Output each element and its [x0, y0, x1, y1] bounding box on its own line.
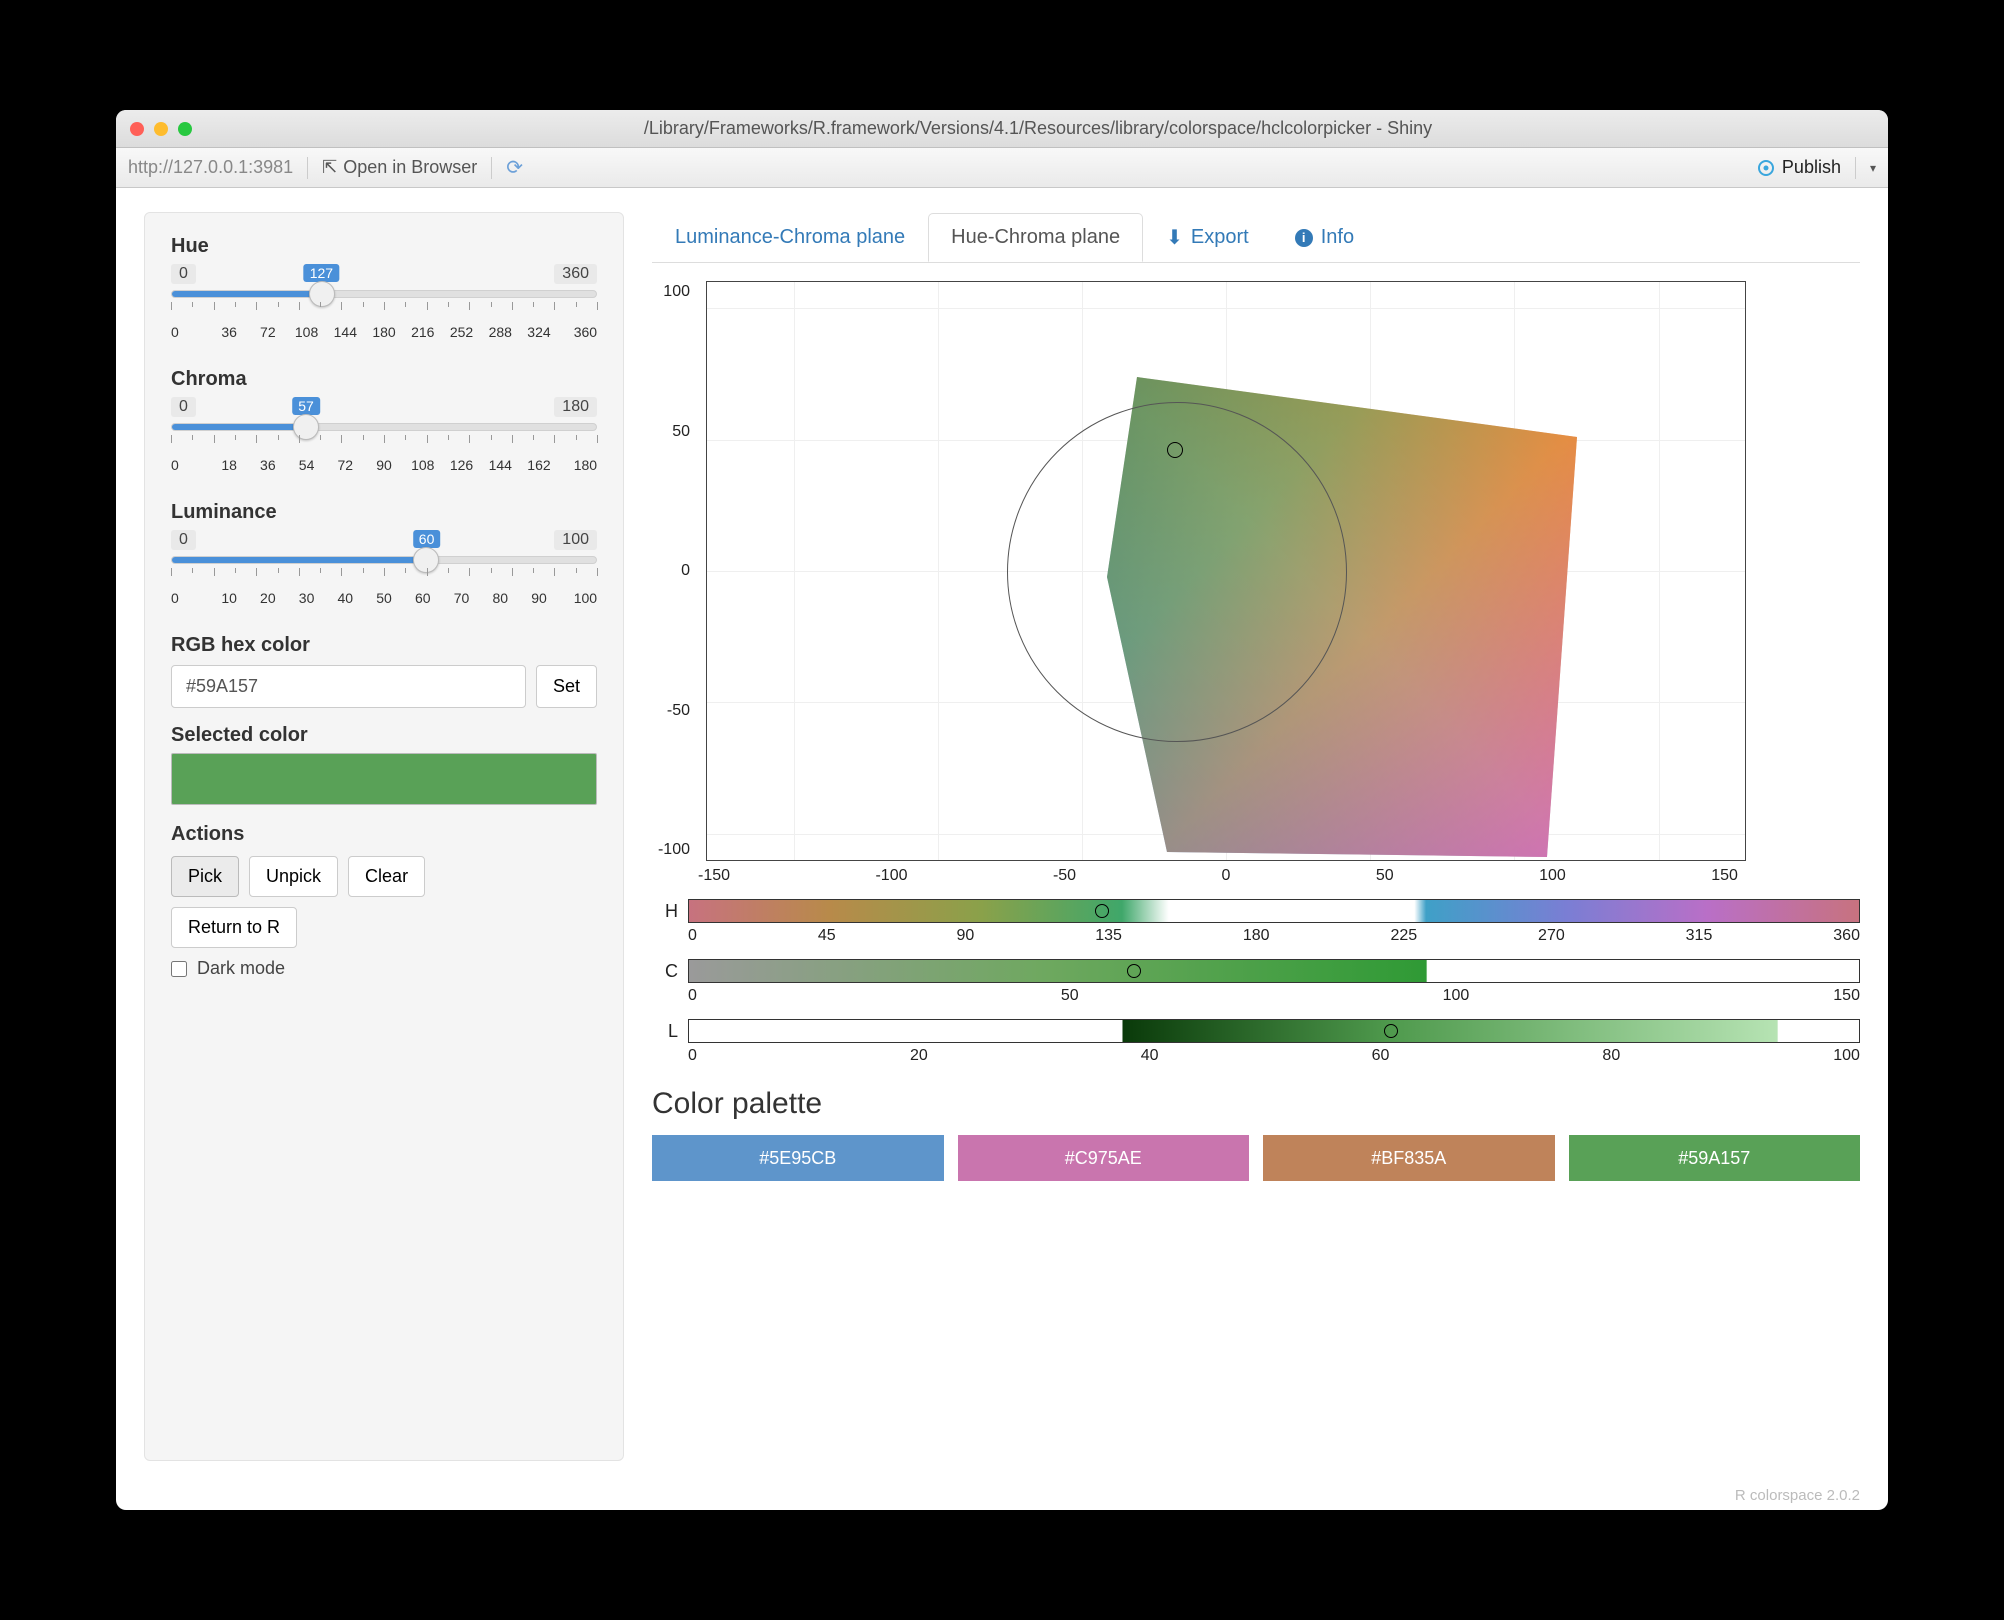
luminance-min: 0 — [171, 530, 196, 550]
c-bar-label: C — [652, 961, 678, 982]
tab-luminance-chroma[interactable]: Luminance-Chroma plane — [652, 213, 928, 261]
palette-title: Color palette — [652, 1087, 1860, 1121]
app-window: /Library/Frameworks/R.framework/Versions… — [116, 110, 1888, 1510]
hue-tickmarks — [171, 302, 597, 310]
tabs: Luminance-Chroma plane Hue-Chroma plane … — [652, 212, 1860, 263]
palette-swatch[interactable]: #C975AE — [958, 1135, 1250, 1181]
chroma-label: Chroma — [171, 368, 597, 391]
external-icon: ⇱ — [322, 157, 337, 178]
h-bar-row: H — [652, 899, 1860, 923]
chroma-ticks: 01836547290108126144162180 — [171, 457, 597, 473]
download-icon: ⬇ — [1166, 225, 1183, 250]
toolbar-separator — [491, 157, 492, 179]
chevron-down-icon[interactable]: ▾ — [1870, 161, 1876, 175]
palette-row: #5E95CB #C975AE #BF835A #59A157 — [652, 1135, 1860, 1181]
main-panel: Luminance-Chroma plane Hue-Chroma plane … — [652, 212, 1860, 1461]
chroma-tickmarks — [171, 435, 597, 443]
h-bar-label: H — [652, 901, 678, 922]
selected-color-swatch — [171, 753, 597, 805]
sidebar: Hue 0 360 127 03672108144180216252288324… — [144, 212, 624, 1461]
hue-max: 360 — [554, 264, 597, 284]
footer-version: R colorspace 2.0.2 — [116, 1481, 1888, 1510]
publish-button[interactable]: Publish — [1756, 157, 1841, 178]
h-bar[interactable] — [688, 899, 1860, 923]
chroma-slider[interactable]: 57 01836547290108126144162180 — [171, 423, 597, 473]
palette-swatch[interactable]: #5E95CB — [652, 1135, 944, 1181]
publish-icon — [1756, 158, 1776, 178]
l-bar[interactable] — [688, 1019, 1860, 1043]
hue-range: 0 360 — [171, 264, 597, 284]
actions-label: Actions — [171, 823, 597, 846]
open-in-browser-button[interactable]: ⇱ Open in Browser — [322, 157, 477, 178]
hue-ticks: 03672108144180216252288324360 — [171, 324, 597, 340]
tab-info[interactable]: i Info — [1272, 213, 1377, 261]
toolbar-separator — [307, 157, 308, 179]
l-bar-ticks: 020406080100 — [688, 1043, 1860, 1065]
url-text: http://127.0.0.1:3981 — [128, 157, 293, 178]
chroma-min: 0 — [171, 397, 196, 417]
publish-label: Publish — [1782, 157, 1841, 178]
c-bar-ticks: 050100150 — [688, 983, 1860, 1005]
selected-color-label: Selected color — [171, 724, 597, 747]
clear-button[interactable]: Clear — [348, 856, 425, 897]
toolbar-separator — [1855, 157, 1856, 179]
hue-label: Hue — [171, 235, 597, 258]
info-icon: i — [1295, 229, 1313, 247]
selected-point-marker — [1167, 442, 1183, 458]
luminance-label: Luminance — [171, 501, 597, 524]
return-button[interactable]: Return to R — [171, 907, 297, 948]
zoom-icon[interactable] — [178, 122, 192, 136]
dark-mode-toggle[interactable]: Dark mode — [171, 958, 597, 979]
actions-row: Pick Unpick Clear — [171, 856, 597, 897]
hex-input[interactable] — [171, 665, 526, 708]
luminance-ticks: 0102030405060708090100 — [171, 590, 597, 606]
luminance-value-bubble: 60 — [413, 530, 441, 548]
plot-xaxis: -150-100-50050100150 — [698, 861, 1738, 885]
l-bar-row: L — [652, 1019, 1860, 1043]
plot-yaxis: 100 50 0 -50 -100 — [652, 281, 698, 861]
refresh-icon[interactable]: ⟳ — [506, 155, 523, 180]
unpick-button[interactable]: Unpick — [249, 856, 338, 897]
plot-area: 100 50 0 -50 -100 — [652, 281, 1860, 861]
tab-info-label: Info — [1321, 226, 1354, 249]
titlebar: /Library/Frameworks/R.framework/Versions… — [116, 110, 1888, 148]
dark-mode-checkbox[interactable] — [171, 961, 187, 977]
palette-swatch[interactable]: #BF835A — [1263, 1135, 1555, 1181]
hue-min: 0 — [171, 264, 196, 284]
dark-mode-label: Dark mode — [197, 958, 285, 979]
window-title: /Library/Frameworks/R.framework/Versions… — [202, 118, 1874, 139]
c-bar-row: C — [652, 959, 1860, 983]
open-in-browser-label: Open in Browser — [343, 157, 477, 178]
minimize-icon[interactable] — [154, 122, 168, 136]
toolbar: http://127.0.0.1:3981 ⇱ Open in Browser … — [116, 148, 1888, 188]
tab-export-label: Export — [1191, 226, 1249, 249]
luminance-max: 100 — [554, 530, 597, 550]
chroma-range: 0 180 — [171, 397, 597, 417]
hex-label: RGB hex color — [171, 634, 597, 657]
pick-button[interactable]: Pick — [171, 856, 239, 897]
content: Hue 0 360 127 03672108144180216252288324… — [116, 188, 1888, 1481]
luminance-range: 0 100 — [171, 530, 597, 550]
l-bar-label: L — [652, 1021, 678, 1042]
palette-swatch[interactable]: #59A157 — [1569, 1135, 1861, 1181]
tab-export[interactable]: ⬇ Export — [1143, 212, 1272, 262]
hue-slider[interactable]: 127 03672108144180216252288324360 — [171, 290, 597, 340]
chroma-value-bubble: 57 — [292, 397, 320, 415]
hue-value-bubble: 127 — [304, 264, 339, 282]
set-button[interactable]: Set — [536, 665, 597, 708]
luminance-slider[interactable]: 60 0102030405060708090100 — [171, 556, 597, 606]
chroma-max: 180 — [554, 397, 597, 417]
luminance-tickmarks — [171, 568, 597, 576]
h-bar-ticks: 04590135180225270315360 — [688, 923, 1860, 945]
hue-chroma-plot[interactable] — [706, 281, 1746, 861]
tab-hue-chroma[interactable]: Hue-Chroma plane — [928, 213, 1143, 262]
c-bar[interactable] — [688, 959, 1860, 983]
close-icon[interactable] — [130, 122, 144, 136]
